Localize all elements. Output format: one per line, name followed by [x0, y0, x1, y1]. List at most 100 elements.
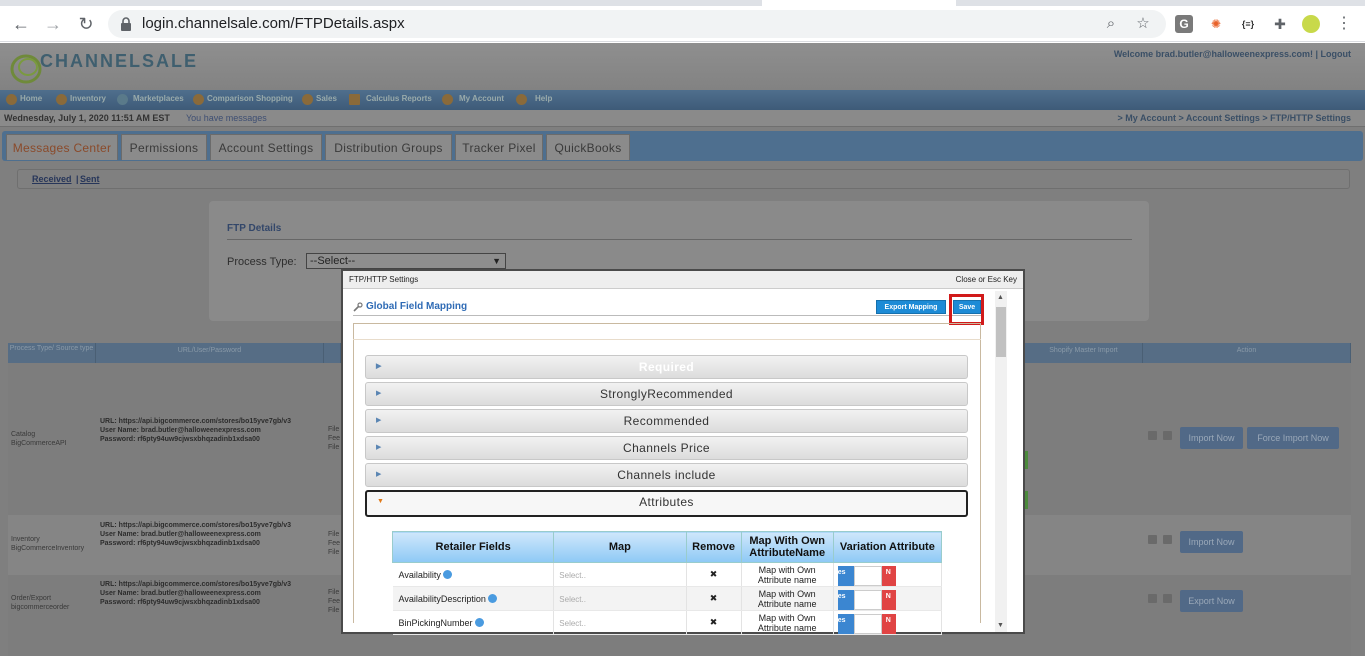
- expand-triangle-icon: ▶: [376, 417, 382, 424]
- expand-triangle-icon: ▶: [376, 390, 382, 397]
- menu-comparison-shopping[interactable]: Comparison Shopping: [207, 94, 293, 103]
- export-now-button[interactable]: Export Now: [1180, 590, 1243, 612]
- profile-avatar-icon[interactable]: [1302, 15, 1320, 33]
- edit-icon[interactable]: [1148, 594, 1157, 603]
- browser-toolbar: ← → ↻ login.channelsale.com/FTPDetails.a…: [0, 6, 1365, 42]
- site-header: CHANNELSALE Welcome brad.butler@hallowee…: [0, 43, 1365, 90]
- force-import-now-button[interactable]: Force Import Now: [1247, 427, 1339, 449]
- scroll-thumb[interactable]: [996, 307, 1006, 357]
- grid-header-process-type: Process Type/ Source type: [8, 343, 96, 363]
- variation-toggle[interactable]: es N: [833, 586, 943, 611]
- delete-icon[interactable]: [1163, 431, 1172, 440]
- extension-hubspot-icon[interactable]: ✺: [1207, 15, 1225, 33]
- menu-my-account[interactable]: My Account: [459, 94, 504, 103]
- row-process-type: Inventory BigCommerceInventory: [11, 536, 85, 552]
- map-own-attribute[interactable]: Map with Own Attribute name: [741, 610, 834, 635]
- messages-link[interactable]: You have messages: [186, 113, 267, 123]
- collapse-triangle-icon: ▼: [377, 498, 385, 505]
- divider: [227, 239, 1132, 240]
- remove-icon[interactable]: ✖: [686, 610, 742, 635]
- export-mapping-button[interactable]: Export Mapping: [876, 300, 946, 314]
- browser-menu-icon[interactable]: ⋮: [1335, 15, 1353, 33]
- map-select[interactable]: Select..: [553, 610, 687, 635]
- zoom-icon[interactable]: ⌕: [1102, 15, 1120, 33]
- section-attributes[interactable]: ▼ Attributes: [365, 490, 968, 517]
- menu-help[interactable]: Help: [535, 94, 552, 103]
- info-icon[interactable]: [442, 569, 452, 579]
- delete-icon[interactable]: [1163, 594, 1172, 603]
- map-own-attribute[interactable]: Map with Own Attribute name: [741, 562, 834, 587]
- section-channels-price[interactable]: ▶ Channels Price: [365, 436, 968, 460]
- field-name: BinPickingNumber: [392, 610, 555, 635]
- menu-marketplaces[interactable]: Marketplaces: [133, 94, 184, 103]
- modal-close-link[interactable]: Close or Esc Key: [956, 275, 1017, 284]
- tab-permissions[interactable]: Permissions: [121, 134, 207, 160]
- section-strongly-recommended[interactable]: ▶ StronglyRecommended: [365, 382, 968, 406]
- extension-json-icon[interactable]: {≡}: [1239, 15, 1257, 33]
- tab-quickbooks[interactable]: QuickBooks: [546, 134, 630, 160]
- marketplaces-icon: [117, 94, 128, 105]
- my-account-icon: [442, 94, 453, 105]
- section-recommended[interactable]: ▶ Recommended: [365, 409, 968, 433]
- sales-icon: [302, 94, 313, 105]
- row-credentials: URL: https://api.bigcommerce.com/stores/…: [100, 418, 291, 443]
- table-row: AvailabilityDescription Select.. ✖ Map w…: [392, 586, 943, 611]
- received-link[interactable]: Received: [32, 174, 72, 184]
- home-icon: [6, 94, 17, 105]
- logo-text: CHANNELSALE: [40, 51, 199, 71]
- map-select[interactable]: Select..: [553, 562, 687, 587]
- tab-account-settings[interactable]: Account Settings: [210, 134, 322, 160]
- variation-toggle[interactable]: es N: [833, 610, 943, 635]
- back-icon[interactable]: ←: [10, 13, 32, 35]
- menu-home[interactable]: Home: [20, 94, 42, 103]
- modal-scrollbar[interactable]: ▲ ▼: [995, 291, 1007, 632]
- import-now-button[interactable]: Import Now: [1180, 427, 1243, 449]
- row-file-info: File Fee File: [328, 426, 341, 451]
- current-date: Wednesday, July 1, 2020 11:51 AM EST: [4, 113, 170, 123]
- process-type-select[interactable]: --Select-- ▼: [306, 253, 506, 269]
- bookmark-star-icon[interactable]: ☆: [1134, 15, 1152, 33]
- address-bar[interactable]: login.channelsale.com/FTPDetails.aspx ⌕ …: [108, 10, 1166, 38]
- grid-header-blank: [324, 343, 341, 363]
- delete-icon[interactable]: [1163, 535, 1172, 544]
- menu-sales[interactable]: Sales: [316, 94, 337, 103]
- remove-icon[interactable]: ✖: [686, 562, 742, 587]
- variation-toggle[interactable]: es N: [833, 562, 943, 587]
- help-icon: [516, 94, 527, 105]
- import-now-button[interactable]: Import Now: [1180, 531, 1243, 553]
- reload-icon[interactable]: ↻: [75, 13, 97, 35]
- tab-tracker-pixel[interactable]: Tracker Pixel: [455, 134, 543, 160]
- extensions-puzzle-icon[interactable]: ✚: [1271, 15, 1289, 33]
- info-icon[interactable]: [487, 593, 497, 603]
- breadcrumb[interactable]: > My Account > Account Settings > FTP/HT…: [1118, 113, 1351, 123]
- map-own-attribute[interactable]: Map with Own Attribute name: [741, 586, 834, 611]
- remove-icon[interactable]: ✖: [686, 586, 742, 611]
- info-icon[interactable]: [474, 617, 484, 627]
- url-text: login.channelsale.com/FTPDetails.aspx: [142, 15, 405, 32]
- scroll-down-icon[interactable]: ▼: [997, 622, 1004, 629]
- map-select[interactable]: Select..: [553, 586, 687, 611]
- menu-calculus-reports[interactable]: Calculus Reports: [366, 94, 432, 103]
- expand-triangle-icon: ▶: [376, 471, 382, 478]
- scroll-up-icon[interactable]: ▲: [997, 294, 1004, 301]
- tab-distribution-groups[interactable]: Distribution Groups: [325, 134, 452, 160]
- row-file-info: File Fee File: [328, 589, 341, 614]
- attributes-table: Retailer Fields Map Remove Map With Own …: [391, 531, 943, 635]
- extension-g-icon[interactable]: G: [1175, 15, 1193, 33]
- section-required[interactable]: ▶ Required: [365, 355, 968, 379]
- table-row: BinPickingNumber Select.. ✖ Map with Own…: [392, 610, 943, 635]
- chevron-down-icon: ▼: [492, 256, 501, 266]
- tab-messages-center[interactable]: Messages Center: [6, 134, 118, 160]
- edit-icon[interactable]: [1148, 431, 1157, 440]
- row-process-type: Order/Export bigcommerceorder: [11, 595, 70, 611]
- menu-inventory[interactable]: Inventory: [70, 94, 106, 103]
- modal-titlebar: FTP/HTTP Settings Close or Esc Key: [343, 271, 1023, 289]
- welcome-text[interactable]: Welcome brad.butler@halloweenexpress.com…: [1114, 49, 1351, 59]
- sent-link[interactable]: Sent: [80, 174, 100, 184]
- ftp-settings-modal: FTP/HTTP Settings Close or Esc Key Globa…: [341, 269, 1025, 635]
- table-row: Availability Select.. ✖ Map with Own Att…: [392, 562, 943, 587]
- forward-icon[interactable]: →: [42, 13, 64, 35]
- edit-icon[interactable]: [1148, 535, 1157, 544]
- section-channels-include[interactable]: ▶ Channels include: [365, 463, 968, 487]
- ftp-details-title: FTP Details: [227, 223, 282, 234]
